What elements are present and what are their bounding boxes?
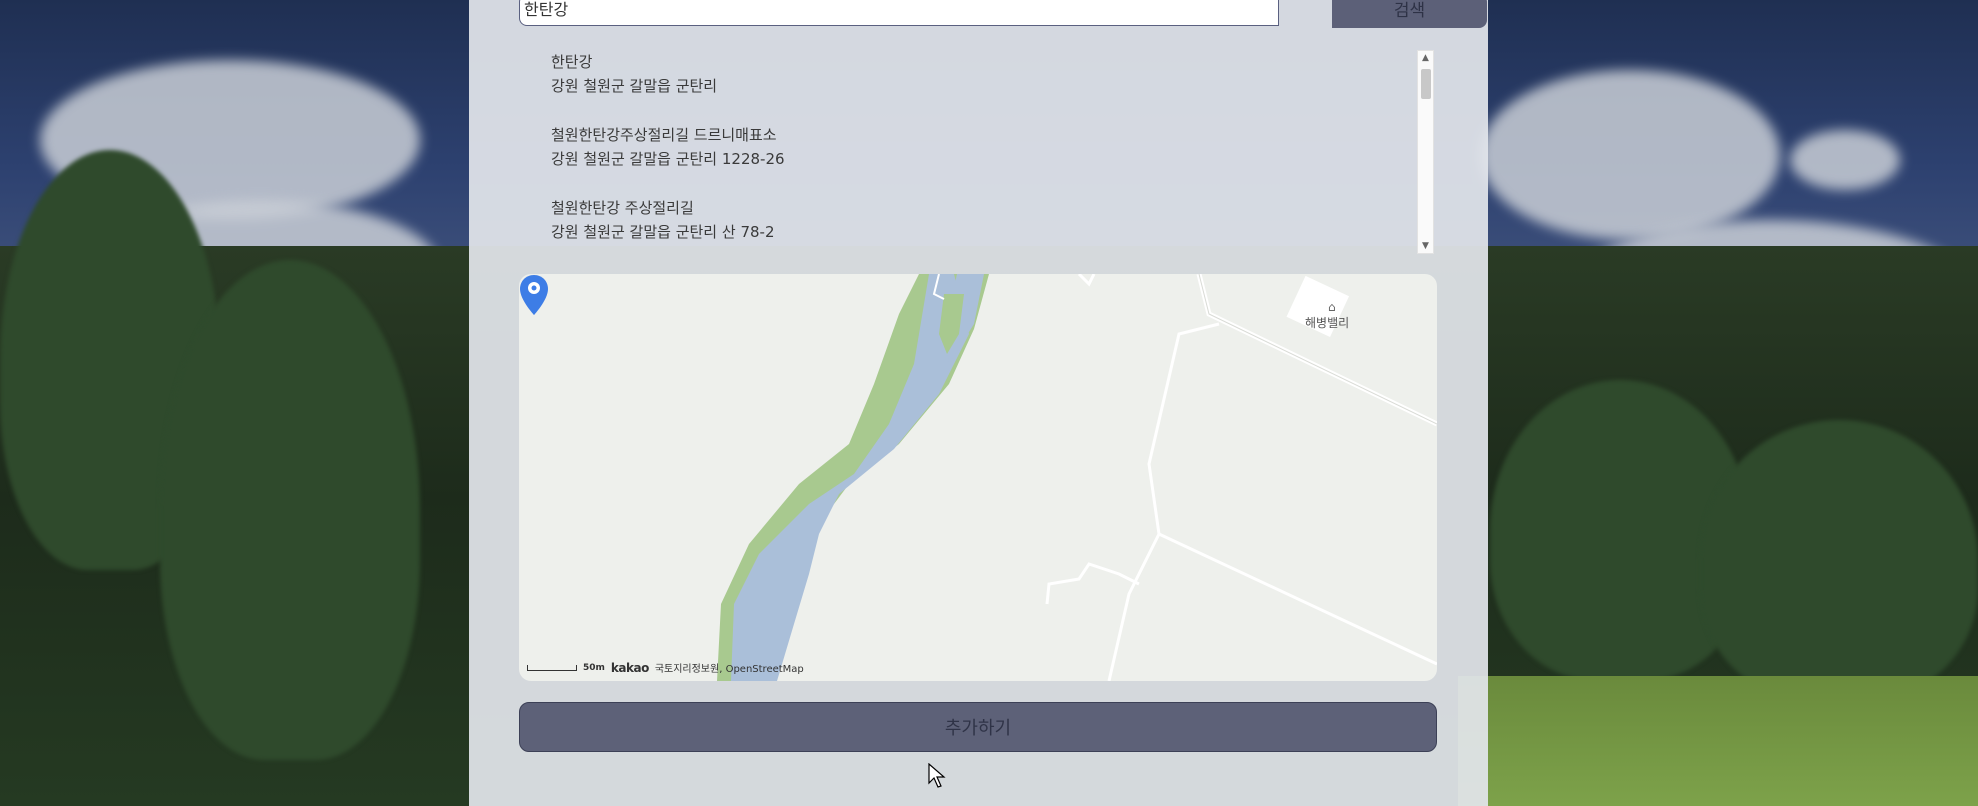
search-bar: 검색 bbox=[519, 0, 1487, 28]
scroll-down-arrow-icon[interactable]: ▼ bbox=[1422, 241, 1429, 251]
map-view[interactable]: ⌂ 해병밸리 50m kakao 국토지리정보원, OpenStreetMap bbox=[519, 274, 1437, 681]
cloud bbox=[1790, 130, 1900, 190]
tree bbox=[1700, 420, 1978, 700]
cloud bbox=[1480, 70, 1780, 240]
place-search-panel: 검색 한탄강 강원 철원군 갈말읍 군탄리 철원한탄강주상절리길 드르니매표소 … bbox=[469, 0, 1488, 806]
scroll-thumb[interactable] bbox=[1421, 69, 1431, 99]
meadow bbox=[1458, 676, 1978, 806]
result-name: 한탄강 bbox=[551, 53, 593, 71]
attribution-text: 국토지리정보원, OpenStreetMap bbox=[654, 664, 804, 675]
building-icon: ⌂ bbox=[1328, 300, 1336, 314]
location-pin-icon[interactable] bbox=[519, 274, 549, 316]
scale-bar bbox=[527, 664, 577, 671]
result-item[interactable]: 철원한탄강 주상절리길 강원 철원군 갈말읍 군탄리 산 78-2 bbox=[551, 196, 775, 244]
result-name: 철원한탄강 주상절리길 bbox=[551, 199, 694, 217]
result-name: 철원한탄강주상절리길 드르니매표소 bbox=[551, 126, 777, 144]
result-item[interactable]: 철원한탄강주상절리길 드르니매표소 강원 철원군 갈말읍 군탄리 1228-26 bbox=[551, 123, 785, 171]
result-address: 강원 철원군 갈말읍 군탄리 산 78-2 bbox=[551, 223, 775, 241]
road bbox=[1077, 274, 1096, 287]
result-address: 강원 철원군 갈말읍 군탄리 bbox=[551, 77, 718, 95]
search-input[interactable] bbox=[519, 0, 1279, 26]
road bbox=[1107, 322, 1220, 681]
tree bbox=[160, 260, 420, 760]
road bbox=[1045, 562, 1140, 605]
add-button[interactable]: 추가하기 bbox=[519, 702, 1437, 752]
road bbox=[1158, 532, 1437, 666]
result-address: 강원 철원군 갈말읍 군탄리 1228-26 bbox=[551, 150, 785, 168]
kakao-logo: kakao bbox=[610, 660, 649, 675]
result-item[interactable]: 한탄강 강원 철원군 갈말읍 군탄리 bbox=[551, 50, 717, 98]
scroll-up-arrow-icon[interactable]: ▲ bbox=[1422, 53, 1429, 63]
map-attribution: 50m kakao 국토지리정보원, OpenStreetMap bbox=[527, 660, 804, 675]
map-canvas bbox=[717, 274, 1437, 681]
poi-label: 해병밸리 bbox=[1305, 316, 1350, 330]
results-scrollbar[interactable]: ▲ ▼ bbox=[1417, 50, 1434, 254]
river bbox=[731, 274, 969, 681]
search-button[interactable]: 검색 bbox=[1332, 0, 1487, 28]
scale-label: 50m bbox=[583, 662, 605, 673]
mouse-cursor-icon bbox=[928, 763, 946, 788]
search-results-list: 한탄강 강원 철원군 갈말읍 군탄리 철원한탄강주상절리길 드르니매표소 강원 … bbox=[519, 50, 1437, 254]
